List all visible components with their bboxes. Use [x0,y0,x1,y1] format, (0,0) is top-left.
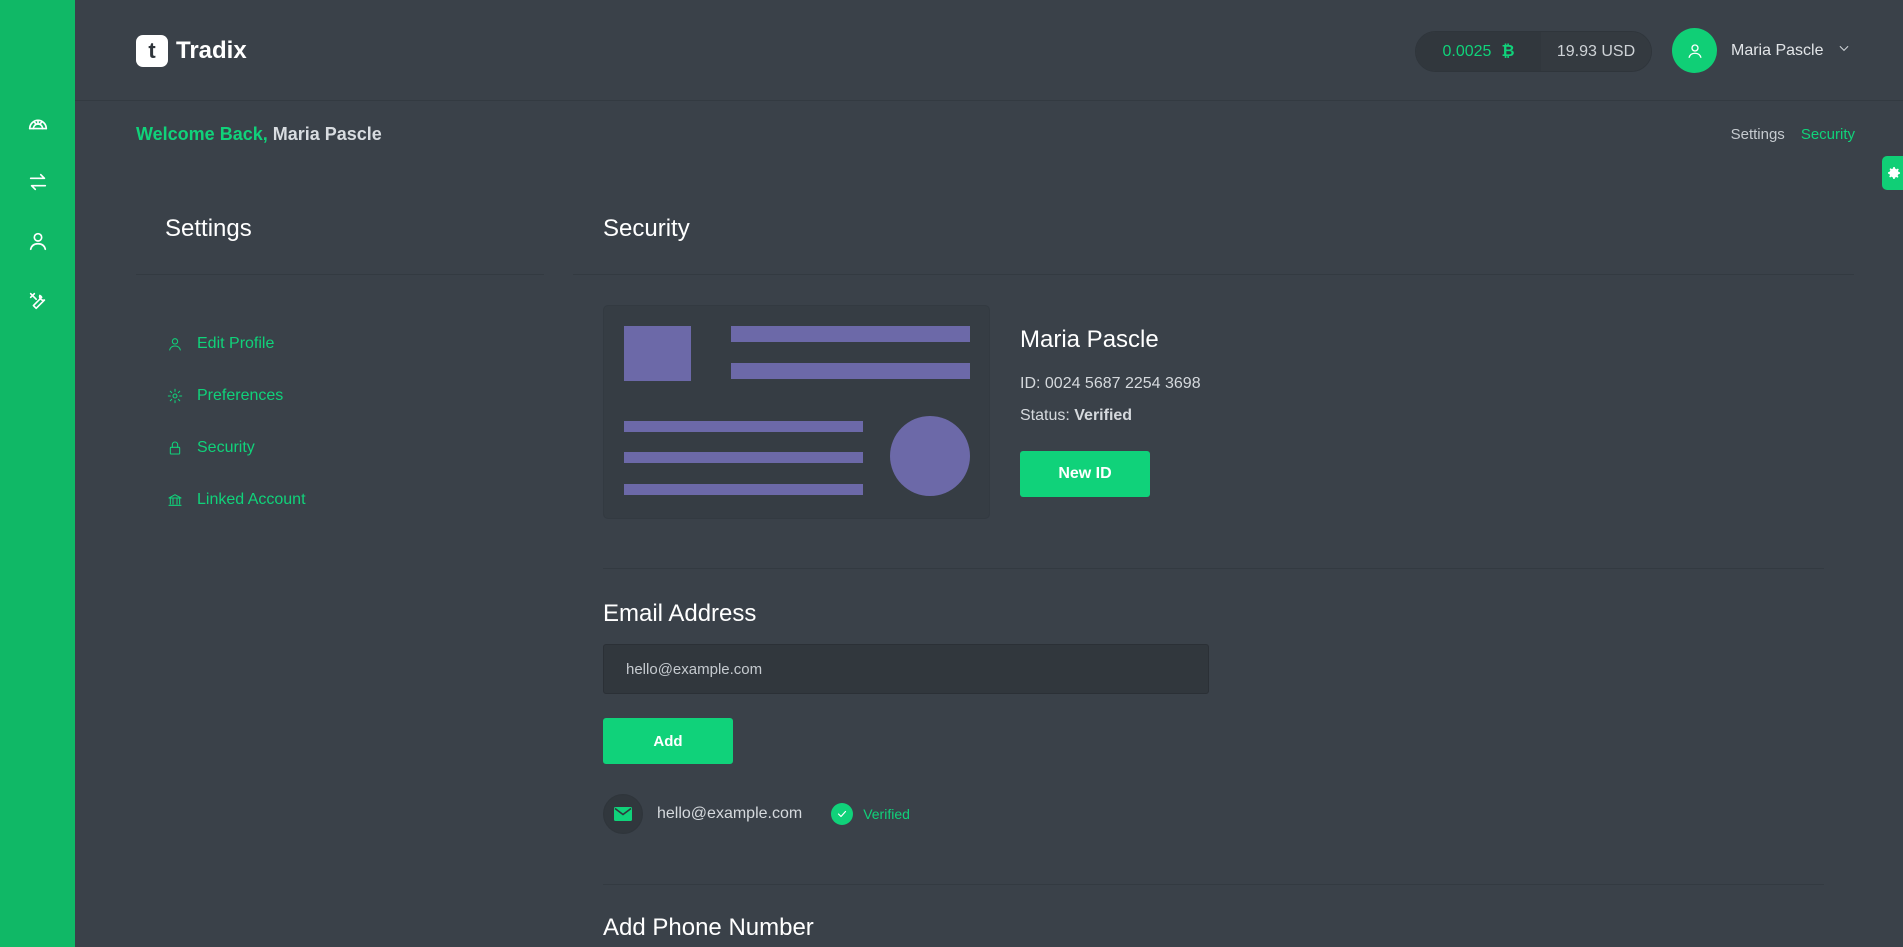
id-status: Status: Verified [1020,407,1132,425]
nav-item-label: Linked Account [197,491,306,508]
welcome-name: Maria Pascle [272,124,382,144]
id-line [731,363,970,379]
divider [136,274,544,275]
bank-icon [168,494,182,506]
id-status-value: Verified [1074,407,1133,424]
dashboard-icon[interactable] [22,108,53,139]
nav-edit-profile[interactable]: Edit Profile [167,318,467,370]
gear-icon [1888,167,1900,179]
mail-icon [603,794,643,834]
nav-linked-account[interactable]: Linked Account [167,474,467,526]
nav-security[interactable]: Security [167,422,467,474]
breadcrumb-security[interactable]: Security [1801,126,1855,143]
user-menu[interactable]: Maria Pascle [1672,28,1851,73]
welcome-greeting: Welcome Back, [136,124,268,144]
id-line [624,484,863,495]
id-card-illustration [603,305,990,519]
top-header: t Tradix 0.0025 ₿ 19.93 USD Maria Pascle [75,0,1903,101]
divider [603,884,1824,885]
id-status-label: Status: [1020,407,1070,424]
id-seal-circle [890,416,970,496]
bitcoin-icon: ₿ [1501,42,1515,60]
sidebar-rail [0,0,75,947]
lock-icon [169,441,181,455]
id-photo-block [624,326,691,381]
breadcrumb-settings[interactable]: Settings [1731,126,1785,143]
chevron-down-icon[interactable] [1837,41,1851,60]
tools-icon[interactable] [22,285,53,316]
security-title: Security [603,215,690,242]
avatar [1672,28,1717,73]
id-number: ID: 0024 5687 2254 3698 [1020,375,1201,392]
add-email-button[interactable]: Add [603,718,733,764]
new-id-button[interactable]: New ID [1020,451,1150,497]
exchange-icon[interactable] [22,166,53,197]
settings-gear-tab[interactable] [1882,156,1903,190]
check-icon [831,803,854,825]
brand-logo[interactable]: t Tradix [136,35,247,67]
brand-name: Tradix [176,37,247,64]
nav-item-label: Edit Profile [197,335,275,352]
nav-item-label: Security [197,439,255,456]
crypto-balance-value: 0.0025 [1442,42,1492,60]
profile-icon[interactable] [22,225,53,256]
gear-icon [167,388,183,404]
email-address: hello@example.com [657,805,803,822]
fiat-balance: 19.93 USD [1541,32,1651,71]
settings-nav: Edit Profile Preferences Security Linked… [167,318,467,526]
welcome-message: Welcome Back, Maria Pascle [136,124,382,145]
id-line [624,452,863,463]
settings-title: Settings [165,215,252,242]
id-line [624,421,863,432]
email-list-item: hello@example.com Verified [603,794,910,834]
user-icon [169,338,181,351]
user-icon [1687,43,1702,58]
id-holder-name: Maria Pascle [1020,326,1159,353]
email-field[interactable] [603,644,1209,694]
breadcrumb: Settings Security [1731,126,1855,143]
divider [573,274,1854,275]
divider [603,568,1824,569]
user-name: Maria Pascle [1731,41,1824,59]
id-line [731,326,970,342]
phone-section-title: Add Phone Number [603,914,814,941]
email-section-title: Email Address [603,600,757,627]
logo-mark: t [136,35,168,67]
crypto-balance: 0.0025 ₿ [1416,32,1541,71]
email-verified-status: Verified [863,806,910,822]
nav-item-label: Preferences [197,387,284,404]
nav-preferences[interactable]: Preferences [167,370,467,422]
balance-widget[interactable]: 0.0025 ₿ 19.93 USD [1415,31,1652,72]
